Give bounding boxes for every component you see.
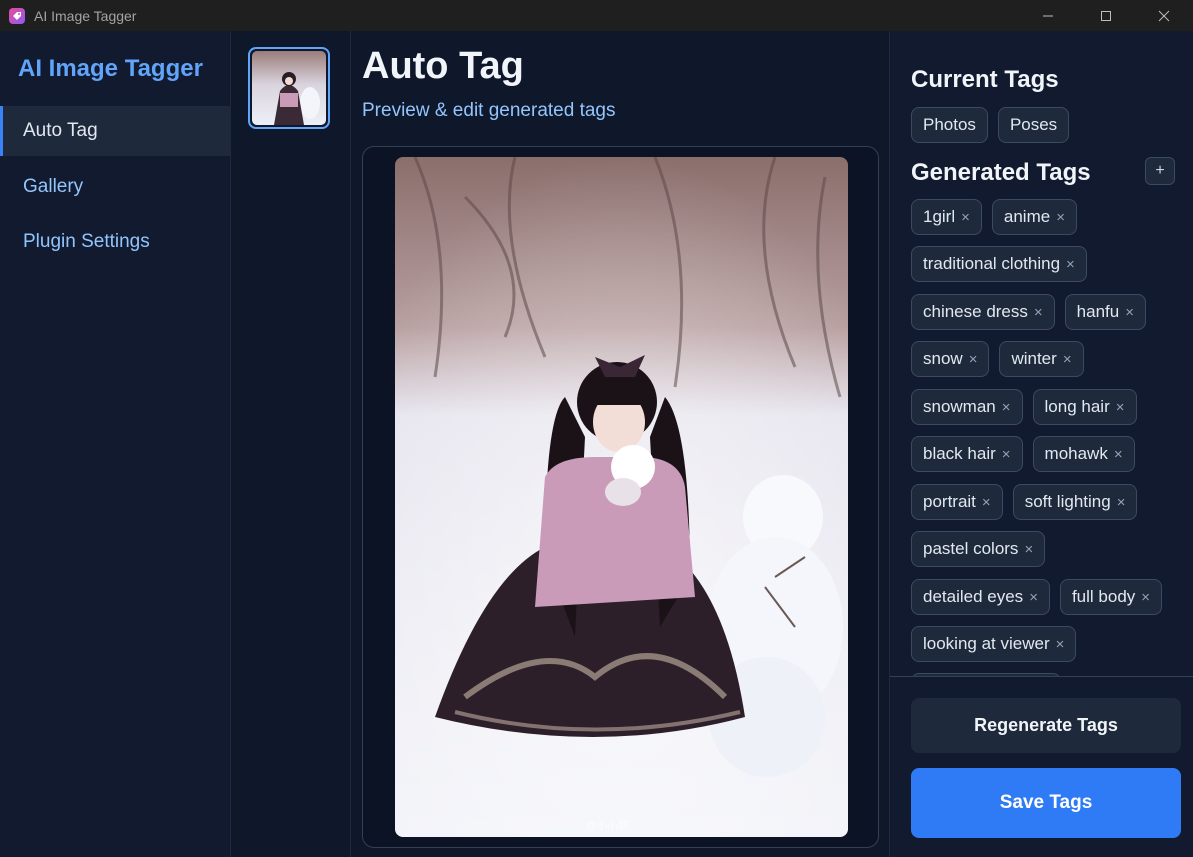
remove-tag-icon[interactable]: × [1002,446,1011,463]
generated-tag[interactable]: black hair × [911,436,1023,472]
sidebar-item-gallery[interactable]: Gallery [0,162,231,212]
generated-tag[interactable]: traditional clothing × [911,246,1087,282]
remove-tag-icon[interactable]: × [1056,636,1065,653]
image-preview: @小小耶 [395,157,848,837]
image-watermark: @小小耶 [585,820,630,832]
generated-tag[interactable]: portrait × [911,484,1003,520]
sidebar-item-label: Plugin Settings [23,231,150,252]
tag-row: snow × winter × [911,341,1084,377]
generated-tag[interactable]: 1girl × [911,199,982,235]
regenerate-tags-button[interactable]: Regenerate Tags [911,698,1181,753]
remove-tag-icon[interactable]: × [969,351,978,368]
tag-row: detailed eyes × full body × [911,579,1163,615]
tag-row: looking at viewer × [911,626,1077,662]
maximize-icon [1101,10,1111,21]
thumbnail-strip [231,31,351,857]
remove-tag-icon[interactable]: × [1034,304,1043,321]
remove-tag-icon[interactable]: × [1141,589,1150,606]
remove-tag-icon[interactable]: × [1066,256,1075,273]
remove-tag-icon[interactable]: × [1117,494,1126,511]
panel-divider [890,676,1193,677]
remove-tag-icon[interactable]: × [1063,351,1072,368]
generated-tag[interactable]: soft lighting × [1012,484,1138,520]
main-content: Auto Tag Preview & edit generated tags @… [351,31,889,857]
maximize-button[interactable] [1077,0,1135,31]
generated-tag[interactable]: looking at viewer × [911,626,1077,662]
tag-row: pastel colors × [911,531,1046,567]
add-tag-button[interactable]: + [1145,157,1175,185]
remove-tag-icon[interactable]: × [961,209,970,226]
minimize-button[interactable] [1019,0,1077,31]
remove-tag-icon[interactable]: × [1116,399,1125,416]
tag-row: portrait × soft lighting × [911,484,1138,520]
generated-tag[interactable]: pastel colors × [911,531,1046,567]
tag-row: chinese dress × hanfu × [911,294,1146,330]
current-tag[interactable]: Photos [911,107,988,143]
current-tags-title: Current Tags [911,66,1059,93]
save-tags-button[interactable]: Save Tags [911,768,1181,838]
page-subtitle: Preview & edit generated tags [362,100,616,121]
sidebar-item-label: Auto Tag [23,120,98,141]
image-preview-frame: @小小耶 [362,146,879,848]
generated-tag[interactable]: long hair × [1032,389,1137,425]
sidebar: AI Image Tagger Auto Tag Gallery Plugin … [0,31,231,857]
remove-tag-icon[interactable]: × [1002,399,1011,416]
tags-panel: Current Tags Photos Poses Generated Tags… [889,31,1193,857]
remove-tag-icon[interactable]: × [1029,589,1038,606]
minimize-icon [1043,15,1053,16]
window-title: AI Image Tagger [34,7,137,24]
tag-row: 1girl × anime × [911,199,1077,235]
generated-tag[interactable]: detailed eyes × [911,579,1050,615]
generated-tag[interactable]: hanfu × [1064,294,1146,330]
generated-tags-title: Generated Tags [911,159,1091,186]
plus-icon: + [1155,162,1165,179]
tag-row: black hair × mohawk × [911,436,1135,472]
tag-row: traditional clothing × [911,246,1087,282]
sidebar-item-plugin-settings[interactable]: Plugin Settings [0,217,231,267]
remove-tag-icon[interactable]: × [1056,209,1065,226]
sidebar-item-auto-tag[interactable]: Auto Tag [0,106,231,156]
brand-title: AI Image Tagger [18,55,203,82]
generated-tags-list[interactable]: 1girl × anime × traditional clothing × chin… [890,197,1193,676]
remove-tag-icon[interactable]: × [1114,446,1123,463]
close-button[interactable] [1135,0,1193,31]
tag-row: snowman × long hair × [911,389,1137,425]
current-tag[interactable]: Poses [997,107,1070,143]
generated-tag[interactable]: snow × [911,341,990,377]
title-bar: AI Image Tagger [0,0,1193,31]
generated-tag[interactable]: chinese dress × [911,294,1055,330]
sidebar-item-label: Gallery [23,176,84,197]
page-title: Auto Tag [362,45,524,87]
generated-tag[interactable]: snowman × [911,389,1023,425]
generated-tag[interactable]: mohawk × [1032,436,1135,472]
remove-tag-icon[interactable]: × [1024,541,1033,558]
generated-tag[interactable]: full body × [1059,579,1163,615]
close-icon [1158,10,1170,21]
image-thumbnail[interactable] [248,47,330,129]
current-tags-list: Photos Poses [911,107,1070,143]
generated-tag[interactable]: anime × [991,199,1077,235]
remove-tag-icon[interactable]: × [982,494,991,511]
remove-tag-icon[interactable]: × [1125,304,1134,321]
generated-tag[interactable]: winter × [999,341,1084,377]
app-icon [9,7,25,24]
